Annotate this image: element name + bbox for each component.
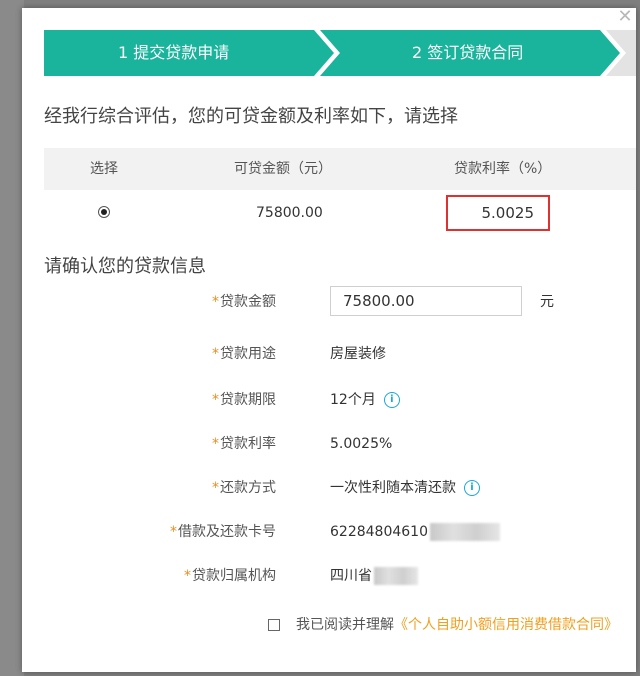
header-select: 选择 <box>90 161 118 177</box>
form-row-purpose: *贷款用途 房屋装修 <box>22 338 622 370</box>
redacted-mask <box>429 523 500 541</box>
amount-unit: 元 <box>540 294 554 310</box>
rate-label-text: 贷款利率 <box>220 436 276 452</box>
required-mark: * <box>170 524 177 540</box>
amount-label: *贷款金额 <box>212 286 276 318</box>
step-label: 1 提交贷款申请 <box>118 43 230 62</box>
purpose-value: 房屋装修 <box>330 346 386 362</box>
amount-label-text: 贷款金额 <box>220 294 276 310</box>
required-mark: * <box>184 568 191 584</box>
repayment-label-text: 还款方式 <box>220 480 276 496</box>
form-row-amount: *贷款金额 元 <box>22 286 622 318</box>
form-row-repayment: *还款方式 一次性利随本清还款 i <box>22 472 622 504</box>
rate-label: *贷款利率 <box>212 428 276 460</box>
term-value: 12个月 <box>330 392 376 408</box>
agreement-checkbox[interactable] <box>268 619 280 631</box>
repayment-value-wrap: 一次性利随本清还款 i <box>330 472 480 504</box>
repayment-label: *还款方式 <box>212 472 276 504</box>
page-backdrop <box>0 0 24 676</box>
term-value-wrap: 12个月 i <box>330 384 400 416</box>
purpose-label-text: 贷款用途 <box>220 346 276 362</box>
required-mark: * <box>212 436 219 452</box>
confirm-heading: 请确认您的贷款信息 <box>44 256 206 277</box>
interest-rate-highlight: 5.0025 <box>446 195 550 231</box>
branch-label: *贷款归属机构 <box>184 560 276 592</box>
offer-table: 选择 可贷金额（元） 贷款利率（%） 75800.00 5.0025 <box>44 148 636 236</box>
purpose-label: *贷款用途 <box>212 338 276 370</box>
rate-value: 5.0025% <box>330 436 393 452</box>
required-mark: * <box>212 480 219 496</box>
required-mark: * <box>212 346 219 362</box>
header-amount: 可贷金额（元） <box>234 161 332 177</box>
step-label: 2 签订贷款合同 <box>412 43 524 62</box>
step-submit-application: 1 提交贷款申请 <box>44 30 334 76</box>
form-row-rate: *贷款利率 5.0025% <box>22 428 622 460</box>
form-row-term: *贷款期限 12个月 i <box>22 384 622 416</box>
form-row-branch: *贷款归属机构 四川省 <box>22 560 622 592</box>
step-progress-bar: 1 提交贷款申请 2 签订贷款合同 <box>44 30 636 76</box>
redacted-mask <box>374 567 418 585</box>
evaluation-heading: 经我行综合评估，您的可贷金额及利率如下，请选择 <box>44 106 458 127</box>
close-icon[interactable]: ✕ <box>616 8 634 26</box>
branch-value-wrap: 四川省 <box>330 560 418 592</box>
branch-value: 四川省 <box>330 568 372 584</box>
branch-label-text: 贷款归属机构 <box>192 568 276 584</box>
header-rate: 贷款利率（%） <box>454 161 552 177</box>
table-row[interactable]: 75800.00 5.0025 <box>44 190 636 236</box>
agreement-text: 我已阅读并理解 <box>296 617 394 633</box>
card-label: *借款及还款卡号 <box>170 516 276 548</box>
term-label: *贷款期限 <box>212 384 276 416</box>
required-mark: * <box>212 294 219 310</box>
loan-dialog: ✕ 1 提交贷款申请 2 签订贷款合同 经我行综合评估，您的可贷金额及利率如下，… <box>22 8 636 672</box>
card-number: 62284804610 <box>330 524 428 540</box>
form-row-card: *借款及还款卡号 62284804610 <box>22 516 622 548</box>
contract-link[interactable]: 《个人自助小额信用消费借款合同》 <box>394 617 618 633</box>
info-icon[interactable]: i <box>383 392 400 408</box>
step-sign-contract: 2 签订贷款合同 <box>320 30 620 76</box>
card-value-wrap: 62284804610 <box>330 516 500 548</box>
loan-amount-input[interactable] <box>330 286 522 316</box>
agreement-row: 我已阅读并理解《个人自助小额信用消费借款合同》 <box>268 614 618 634</box>
required-mark: * <box>212 392 219 408</box>
select-radio[interactable] <box>98 206 110 218</box>
term-label-text: 贷款期限 <box>220 392 276 408</box>
card-label-text: 借款及还款卡号 <box>178 524 276 540</box>
offer-table-header: 选择 可贷金额（元） 贷款利率（%） <box>44 148 636 190</box>
repayment-value: 一次性利随本清还款 <box>330 480 456 496</box>
info-icon[interactable]: i <box>464 480 480 496</box>
available-amount: 75800.00 <box>256 205 323 221</box>
